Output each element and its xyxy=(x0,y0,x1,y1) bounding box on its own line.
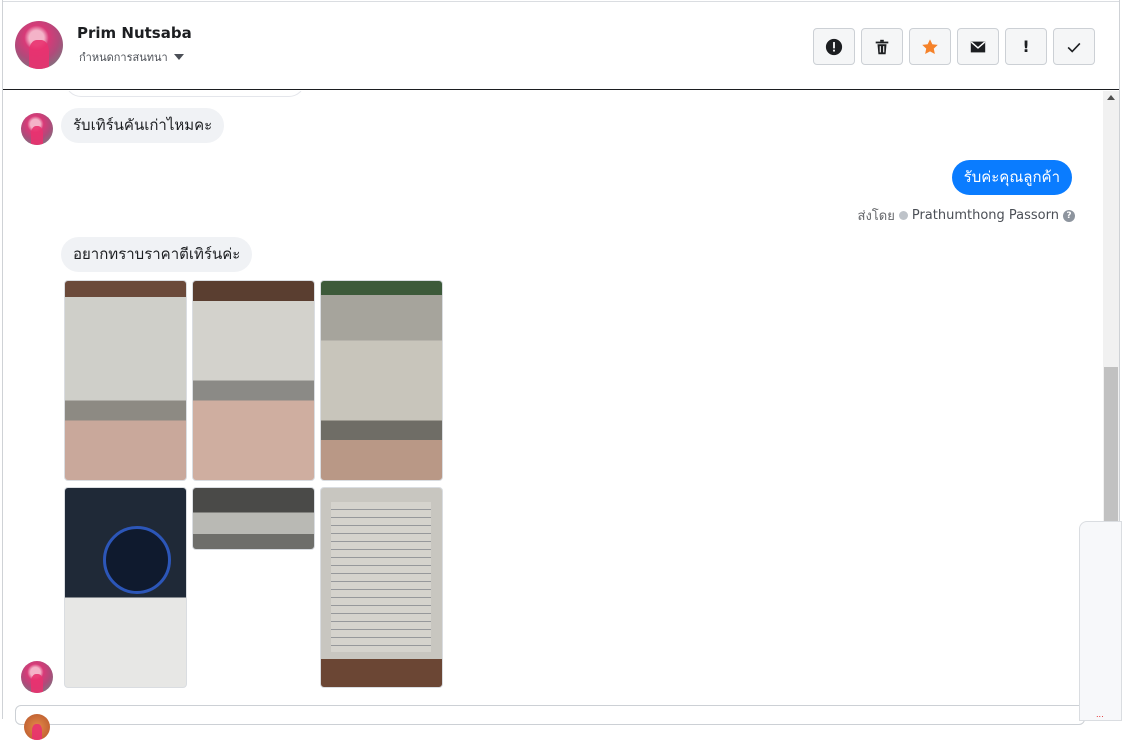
check-icon xyxy=(1067,42,1081,53)
incoming-message[interactable]: รับเทิร์นคันเก่าไหมคะ xyxy=(61,108,225,143)
side-panel[interactable]: ... xyxy=(1079,521,1122,721)
caret-down-icon xyxy=(173,54,184,60)
previous-message-bubble xyxy=(65,91,305,97)
conversation-header: Prim Nutsaba กำหนดการสนทนา ! xyxy=(3,1,1119,90)
scroll-up-arrow-icon[interactable] xyxy=(1107,95,1115,100)
conversation-status-label: กำหนดการสนทนา xyxy=(79,51,168,64)
star-button[interactable] xyxy=(909,28,951,65)
truck-side-photo[interactable] xyxy=(64,280,187,481)
alert-icon xyxy=(825,38,843,55)
mark-done-button[interactable] xyxy=(1053,28,1095,65)
conversation-status-dropdown[interactable]: กำหนดการสนทนา xyxy=(79,48,184,66)
truck-rear-photo[interactable] xyxy=(192,280,315,481)
agent-avatar xyxy=(24,714,50,740)
outgoing-message[interactable]: รับค่ะคุณลูกค้า xyxy=(951,160,1072,195)
contact-name[interactable]: Prim Nutsaba xyxy=(77,24,192,42)
delete-button[interactable] xyxy=(861,28,903,65)
scroll-thumb[interactable] xyxy=(1104,367,1118,527)
toolbar: ! xyxy=(813,28,1095,65)
incoming-message[interactable]: อยากทราบราคาตีเทิร์นค่ะ xyxy=(61,237,253,272)
exclamation-icon: ! xyxy=(1022,37,1030,56)
contact-avatar[interactable] xyxy=(15,21,63,69)
verified-dot-icon xyxy=(898,211,908,220)
sent-by-line: ส่งโดย Prathumthong Passorn ? xyxy=(858,205,1075,226)
help-icon[interactable]: ? xyxy=(1063,209,1075,222)
spam-button[interactable]: ! xyxy=(1005,28,1047,65)
sent-by-name[interactable]: Prathumthong Passorn xyxy=(912,208,1059,223)
reply-composer[interactable] xyxy=(15,705,1085,740)
sender-avatar xyxy=(21,113,53,145)
mark-unread-button[interactable] xyxy=(957,28,999,65)
notification-mark: ... xyxy=(1096,710,1104,719)
sender-avatar xyxy=(21,661,53,693)
engine-photo[interactable] xyxy=(192,487,315,550)
document-photo[interactable] xyxy=(320,487,443,688)
message-thread[interactable]: รับเทิร์นคันเก่าไหมคะ รับค่ะคุณลูกค้า ส่… xyxy=(3,91,1103,705)
report-button[interactable] xyxy=(813,28,855,65)
star-icon xyxy=(922,38,938,54)
mail-icon xyxy=(970,41,986,52)
sent-by-prefix: ส่งโดย xyxy=(857,209,895,224)
truck-front-photo[interactable] xyxy=(320,280,443,481)
dashboard-photo[interactable] xyxy=(64,487,187,688)
trash-icon xyxy=(875,39,889,54)
